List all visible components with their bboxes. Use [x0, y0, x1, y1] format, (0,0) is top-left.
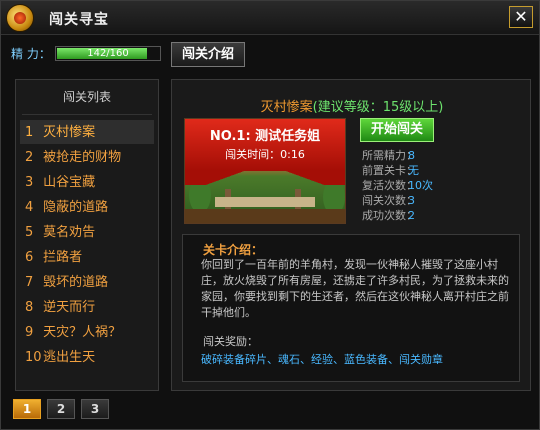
treasure-hunt-window: 闯关寻宝 ✕ 精 力： 142/160 闯关介绍 闯关列表 1 灭村惨案 2 被抢… — [0, 0, 540, 430]
energy-bar: 142/160 — [55, 46, 161, 61]
level-number: 2 — [25, 150, 34, 165]
level-list-item[interactable]: 4 隐蔽的道路 — [20, 195, 154, 220]
stat-row: 前置关卡：无 — [362, 163, 433, 178]
level-list-panel: 闯关列表 1 灭村惨案 2 被抢走的财物 3 山谷宝藏 4 隐蔽的道路 5 莫名劝告 6 … — [15, 79, 159, 391]
description-title: 关卡介绍： — [203, 243, 264, 257]
level-banner-image: NO.1: 测试任务姐 闯关时间：0:16 — [184, 118, 346, 224]
level-number: 9 — [25, 325, 34, 340]
level-number: 3 — [25, 175, 34, 190]
level-label: 灭村惨案 — [43, 125, 96, 140]
stat-row: 所需精力：8 — [362, 148, 433, 163]
level-requirement: (建议等级：15级以上) — [312, 100, 444, 115]
level-title: 灭村惨案(建议等级：15级以上) — [172, 96, 532, 115]
reward-title: 闯关奖励： — [203, 335, 258, 348]
page-button[interactable]: 1 — [13, 399, 41, 419]
page-button[interactable]: 2 — [47, 399, 75, 419]
level-list-item[interactable]: 3 山谷宝藏 — [20, 170, 154, 195]
level-number: 6 — [25, 250, 34, 265]
page-button[interactable]: 3 — [81, 399, 109, 419]
close-button[interactable]: ✕ — [509, 6, 533, 28]
stat-value: 无 — [408, 164, 419, 177]
level-label: 逃出生天 — [43, 350, 96, 365]
stat-label: 所需精力： — [362, 149, 417, 162]
stat-value: 2 — [408, 209, 415, 222]
level-list-item[interactable]: 10 逃出生天 — [20, 345, 154, 370]
window-title: 闯关寻宝 — [49, 12, 109, 28]
level-label: 天灾？人祸？ — [43, 325, 122, 340]
level-list-item[interactable]: 5 莫名劝告 — [20, 220, 154, 245]
scene-bridge — [215, 197, 315, 207]
level-list-item[interactable]: 8 逆天而行 — [20, 295, 154, 320]
title-bar[interactable]: 闯关寻宝 ✕ — [1, 1, 539, 35]
level-label: 山谷宝藏 — [43, 175, 96, 190]
stat-row: 复活次数：10次 — [362, 178, 433, 193]
stat-label: 成功次数： — [362, 209, 417, 222]
level-number: 5 — [25, 225, 34, 240]
level-list-item[interactable]: 6 拦路者 — [20, 245, 154, 270]
level-description-box: 关卡介绍： 你回到了一百年前的羊角村，发现一伙神秘人摧毁了这座小村庄，放火烧毁了… — [182, 234, 520, 382]
level-stats: 所需精力：8 前置关卡：无 复活次数：10次 闯关次数：3 成功次数：2 — [362, 148, 433, 223]
stat-row: 成功次数：2 — [362, 208, 433, 223]
scene-ground — [185, 209, 345, 223]
reward-text: 破碎装备碎片、魂石、经验、蓝色装备、闯关勋章 — [201, 353, 443, 366]
stat-value: 10次 — [408, 179, 433, 192]
level-number: 4 — [25, 200, 34, 215]
energy-label: 精 力： — [11, 47, 51, 61]
divider — [22, 114, 152, 115]
stat-value: 8 — [408, 149, 415, 162]
level-number: 8 — [25, 300, 34, 315]
stat-label: 前置关卡： — [362, 164, 417, 177]
level-list-item[interactable]: 1 灭村惨案 — [20, 120, 154, 145]
level-name: 灭村惨案 — [260, 100, 313, 115]
level-label: 莫名劝告 — [43, 225, 96, 240]
level-list-item[interactable]: 7 毁坏的道路 — [20, 270, 154, 295]
banner-record-name: NO.1: 测试任务姐 — [209, 129, 321, 144]
level-label: 逆天而行 — [43, 300, 96, 315]
stat-label: 闯关次数： — [362, 194, 417, 207]
banner-record-time: 闯关时间：0:16 — [225, 148, 305, 161]
level-label: 隐蔽的道路 — [43, 200, 109, 215]
level-label: 拦路者 — [43, 250, 83, 265]
description-text: 你回到了一百年前的羊角村，发现一伙神秘人摧毁了这座小村庄，放火烧毁了所有房屋，还… — [201, 258, 509, 319]
stat-value: 3 — [408, 194, 415, 207]
level-label: 毁坏的道路 — [43, 275, 109, 290]
start-level-button[interactable]: 开始闯关 — [360, 118, 434, 142]
level-list-item[interactable]: 2 被抢走的财物 — [20, 145, 154, 170]
level-number: 10 — [25, 350, 42, 365]
level-detail-panel: 灭村惨案(建议等级：15级以上) NO.1: 测试任务姐 闯关时间：0:16 开… — [171, 79, 531, 391]
level-list-header: 闯关列表 — [62, 90, 111, 104]
treasure-hunt-app-icon — [6, 4, 34, 32]
level-number: 1 — [25, 125, 34, 140]
banner-ribbon: NO.1: 测试任务姐 闯关时间：0:16 — [185, 119, 345, 185]
stat-row: 闯关次数：3 — [362, 193, 433, 208]
energy-value: 142/160 — [87, 48, 129, 59]
level-list-item[interactable]: 9 天灾？人祸？ — [20, 320, 154, 345]
level-list: 1 灭村惨案 2 被抢走的财物 3 山谷宝藏 4 隐蔽的道路 5 莫名劝告 6 拦路者 7 … — [20, 120, 154, 370]
level-number: 7 — [25, 275, 34, 290]
stat-label: 复活次数： — [362, 179, 417, 192]
level-label: 被抢走的财物 — [43, 150, 122, 165]
level-intro-button[interactable]: 闯关介绍 — [171, 42, 245, 67]
